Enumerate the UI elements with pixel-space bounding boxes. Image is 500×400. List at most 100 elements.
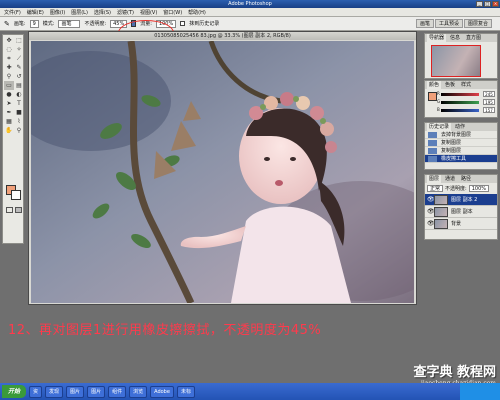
window-controls: _ □ × xyxy=(476,1,499,7)
document-title: 01305085025456 83.jpg @ 33.3% (图层 副本 2, … xyxy=(29,32,416,40)
history-item-label: 复制图层 xyxy=(441,148,462,154)
taskbar-item[interactable]: 浏览 xyxy=(129,385,148,398)
dock-tab-brushes[interactable]: 画笔 xyxy=(415,19,434,28)
screen-mode-icon[interactable] xyxy=(15,207,22,213)
shape-tool-icon[interactable]: ■ xyxy=(14,108,24,117)
eraser-tool-icon[interactable]: ▭ xyxy=(4,81,14,90)
menu-layer[interactable]: 图层(L) xyxy=(71,9,88,16)
magic-wand-tool-icon[interactable]: ✧ xyxy=(14,45,24,54)
history-item-selected[interactable]: 橡皮擦工具 xyxy=(425,155,497,163)
color-panel: 颜色 色板 样式 R 245 G 195 B 157 xyxy=(424,80,498,118)
menu-select[interactable]: 选择(S) xyxy=(94,9,111,16)
taskbar-item[interactable]: 未标 xyxy=(176,385,195,398)
history-state-icon xyxy=(428,148,437,154)
gradient-tool-icon[interactable]: ▤ xyxy=(14,81,24,90)
menu-file[interactable]: 文件(F) xyxy=(4,9,21,16)
history-state-icon xyxy=(428,140,437,146)
history-brush-tool-icon[interactable]: ↺ xyxy=(14,72,24,81)
dock-tab-layer-comps[interactable]: 图层复合 xyxy=(463,19,492,28)
taskbar-item[interactable]: Adobe xyxy=(150,385,174,398)
watermark-title: 查字典 教程网 xyxy=(413,365,496,380)
mode-select[interactable]: 画笔 xyxy=(58,19,81,28)
menu-window[interactable]: 窗口(W) xyxy=(163,9,182,16)
dock-tabs: 画笔 工具预设 图层复合 xyxy=(415,19,492,28)
taskbar-item[interactable]: 资 xyxy=(29,385,43,398)
color-slider-b[interactable] xyxy=(441,109,479,112)
lasso-tool-icon[interactable]: ◌ xyxy=(4,45,14,54)
tab-styles[interactable]: 样式 xyxy=(459,81,473,89)
menu-filter[interactable]: 滤镜(T) xyxy=(117,9,134,16)
crop-tool-icon[interactable]: ⌗ xyxy=(4,54,14,63)
hand-tool-icon[interactable]: ✋ xyxy=(4,126,14,135)
layer-row[interactable]: 👁 图层 副本 xyxy=(425,206,497,218)
taskbar-item[interactable]: 组件 xyxy=(108,385,127,398)
eraser-tool-icon[interactable]: ✎ xyxy=(4,20,10,28)
tab-info[interactable]: 信息 xyxy=(448,34,462,42)
layer-row[interactable]: 👁 图层 副本 2 xyxy=(425,194,497,206)
close-button[interactable]: × xyxy=(492,1,499,7)
layers-panel: 图层 通道 路径 正常 不透明度: 100% 👁 图层 副本 2 👁 图层 副本… xyxy=(424,174,498,240)
layer-row[interactable]: 👁 背景 xyxy=(425,218,497,230)
maximize-button[interactable]: □ xyxy=(484,1,491,7)
color-slider-r[interactable] xyxy=(441,93,479,96)
slice-tool-icon[interactable]: ⟋ xyxy=(14,54,24,63)
history-panel: 历史记录 动作 去掉背景图层 复制图层 复制图层 橡皮擦工具 xyxy=(424,122,498,170)
history-item[interactable]: 复制图层 xyxy=(425,147,497,155)
path-selection-tool-icon[interactable]: ➤ xyxy=(4,99,14,108)
brush-size-picker[interactable]: 9 xyxy=(29,19,39,28)
notes-tool-icon[interactable]: ▦ xyxy=(4,117,14,126)
color-value-g[interactable]: 195 xyxy=(483,99,495,105)
healing-tool-icon[interactable]: ✚ xyxy=(4,63,14,72)
dock-tab-tool-presets[interactable]: 工具预设 xyxy=(434,19,463,28)
layer-opacity-label: 不透明度: xyxy=(445,186,467,192)
color-value-b[interactable]: 157 xyxy=(483,107,495,113)
tab-layers[interactable]: 图层 xyxy=(427,175,442,183)
tab-paths[interactable]: 路径 xyxy=(459,175,473,183)
dodge-tool-icon[interactable]: ◐ xyxy=(14,90,24,99)
taskbar-item[interactable]: 发现 xyxy=(45,385,64,398)
tab-history[interactable]: 历史记录 xyxy=(427,123,452,131)
tab-color[interactable]: 颜色 xyxy=(427,81,442,89)
layer-thumbnail xyxy=(434,195,448,205)
navigator-thumbnail[interactable] xyxy=(431,45,481,77)
quick-mask-icon[interactable] xyxy=(6,207,13,213)
tab-swatches[interactable]: 色板 xyxy=(443,81,457,89)
marquee-tool-icon[interactable]: ⬚ xyxy=(14,36,24,45)
history-item[interactable]: 去掉背景图层 xyxy=(425,131,497,139)
document-window: 01305085025456 83.jpg @ 33.3% (图层 副本 2, … xyxy=(28,31,417,305)
color-fg-swatch[interactable] xyxy=(428,92,437,101)
history-item-label: 橡皮擦工具 xyxy=(441,156,467,162)
color-slider-g[interactable] xyxy=(441,101,479,104)
menu-help[interactable]: 帮助(H) xyxy=(188,9,206,16)
tab-navigator[interactable]: 导航器 xyxy=(427,34,447,42)
taskbar: 开始 资 发现 图片 图片 组件 浏览 Adobe 未标 xyxy=(0,383,500,400)
clone-stamp-tool-icon[interactable]: ⚲ xyxy=(4,72,14,81)
taskbar-item[interactable]: 图片 xyxy=(87,385,106,398)
blend-mode-select[interactable]: 正常 xyxy=(427,185,444,192)
minimize-button[interactable]: _ xyxy=(476,1,483,7)
zoom-tool-icon[interactable]: ⚲ xyxy=(14,126,24,135)
layer-opacity-field[interactable]: 100% xyxy=(468,185,489,192)
tab-histogram[interactable]: 直方图 xyxy=(464,34,483,42)
eyedropper-tool-icon[interactable]: ⌇ xyxy=(14,117,24,126)
history-checkbox[interactable] xyxy=(180,21,186,26)
taskbar-item[interactable]: 图片 xyxy=(66,385,85,398)
blur-tool-icon[interactable]: ● xyxy=(4,90,14,99)
menu-edit[interactable]: 编辑(E) xyxy=(27,9,44,16)
type-tool-icon[interactable]: T xyxy=(14,99,24,108)
menu-image[interactable]: 图像(I) xyxy=(50,9,65,16)
color-value-r[interactable]: 245 xyxy=(483,91,495,97)
start-button[interactable]: 开始 xyxy=(2,385,27,398)
menu-view[interactable]: 视图(V) xyxy=(140,9,157,16)
image-canvas[interactable] xyxy=(31,41,414,303)
system-tray xyxy=(460,383,500,400)
move-tool-icon[interactable]: ✥ xyxy=(4,36,14,45)
brush-tool-icon[interactable]: ✎ xyxy=(14,63,24,72)
menu-bar: 文件(F) 编辑(E) 图像(I) 图层(L) 选择(S) 滤镜(T) 视图(V… xyxy=(0,8,500,17)
history-state-icon xyxy=(428,132,437,138)
tab-actions[interactable]: 动作 xyxy=(453,123,467,131)
history-item[interactable]: 复制图层 xyxy=(425,139,497,147)
pen-tool-icon[interactable]: ✒ xyxy=(4,108,14,117)
background-color-swatch[interactable] xyxy=(11,190,21,200)
tab-channels[interactable]: 通道 xyxy=(443,175,457,183)
